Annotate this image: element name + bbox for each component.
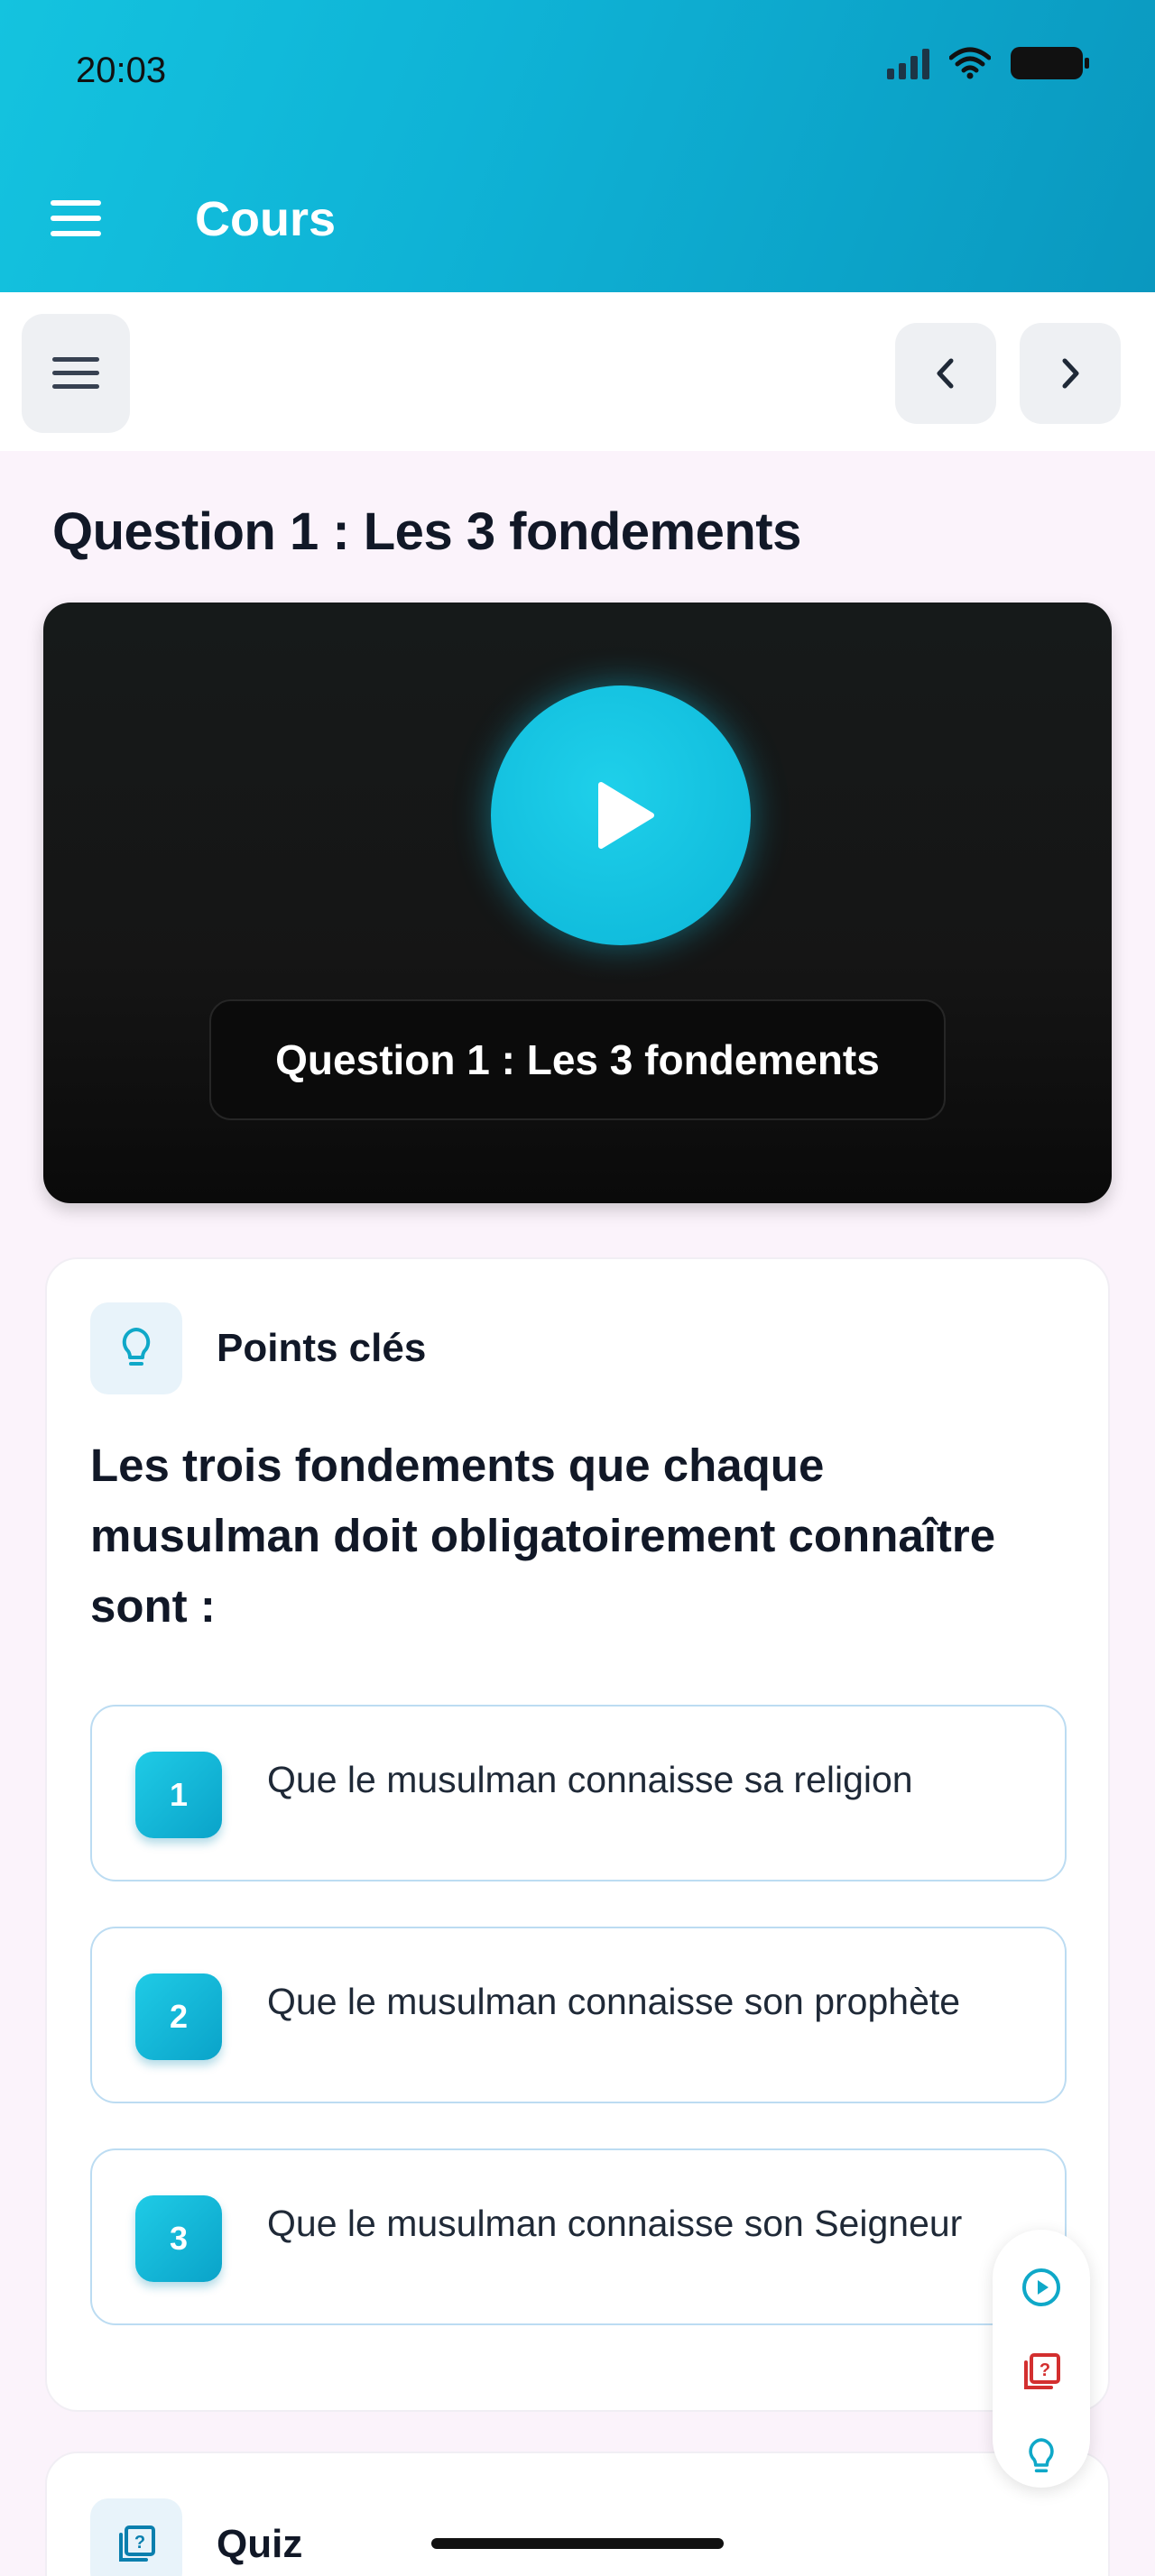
video-player[interactable]: Question 1 : Les 3 fondements bbox=[43, 603, 1112, 1203]
play-button[interactable] bbox=[491, 685, 751, 945]
menu-icon bbox=[52, 357, 99, 390]
svg-text:?: ? bbox=[1040, 2360, 1050, 2380]
key-points-intro: Les trois fondements que chaque musulman… bbox=[90, 1440, 996, 1632]
video-caption: Question 1 : Les 3 fondements bbox=[209, 999, 946, 1120]
chevron-left-icon bbox=[937, 358, 954, 389]
signal-icon bbox=[887, 47, 929, 79]
quiz-header: ? Quiz bbox=[90, 2498, 302, 2576]
app-header: 20:03 Cours bbox=[0, 0, 1155, 292]
list-item: 2 Que le musulman connaisse son prophète bbox=[90, 1927, 1067, 2103]
play-icon bbox=[598, 782, 654, 849]
lightbulb-icon[interactable] bbox=[1020, 2435, 1063, 2479]
point-number: 1 bbox=[135, 1752, 222, 1838]
next-button[interactable] bbox=[1020, 323, 1121, 424]
list-item: 1 Que le musulman connaisse sa religion bbox=[90, 1705, 1067, 1881]
status-bar: 20:03 bbox=[0, 0, 1155, 135]
status-time: 20:03 bbox=[76, 51, 167, 90]
lesson-toolbar bbox=[0, 292, 1155, 451]
drawer-menu-icon[interactable] bbox=[51, 200, 101, 236]
quiz-card[interactable]: ? Quiz bbox=[45, 2452, 1110, 2576]
quiz-label: Quiz bbox=[217, 2522, 303, 2566]
chevron-right-icon bbox=[1062, 358, 1079, 389]
previous-button[interactable] bbox=[895, 323, 996, 424]
point-text: Que le musulman connaisse son prophète bbox=[267, 1981, 961, 2022]
battery-icon bbox=[1011, 47, 1089, 79]
home-indicator[interactable] bbox=[431, 2538, 724, 2549]
key-points-label: Points clés bbox=[217, 1326, 427, 1370]
app-title: Cours bbox=[195, 192, 337, 246]
quiz-icon[interactable]: ? bbox=[1020, 2351, 1063, 2394]
list-item: 3 Que le musulman connaisse son Seigneur bbox=[90, 2148, 1067, 2325]
key-points-header: Points clés bbox=[90, 1302, 426, 1394]
point-text: Que le musulman connaisse son Seigneur bbox=[267, 2203, 963, 2244]
point-number: 3 bbox=[135, 2195, 222, 2282]
page-title: Question 1 : Les 3 fondements bbox=[52, 502, 801, 561]
lightbulb-icon bbox=[90, 1302, 182, 1394]
point-number: 2 bbox=[135, 1973, 222, 2060]
key-points-card: Points clés Les trois fondements que cha… bbox=[45, 1257, 1110, 2412]
play-circle-icon[interactable] bbox=[1020, 2266, 1063, 2309]
top-app-bar: Cours bbox=[0, 171, 1155, 262]
quiz-icon: ? bbox=[90, 2498, 182, 2576]
point-text: Que le musulman connaisse sa religion bbox=[267, 1759, 913, 1800]
wifi-icon bbox=[949, 47, 991, 79]
lesson-menu-button[interactable] bbox=[22, 314, 130, 433]
status-icons bbox=[887, 47, 1089, 79]
svg-text:?: ? bbox=[134, 2533, 145, 2553]
floating-section-dock: ? bbox=[993, 2230, 1090, 2488]
